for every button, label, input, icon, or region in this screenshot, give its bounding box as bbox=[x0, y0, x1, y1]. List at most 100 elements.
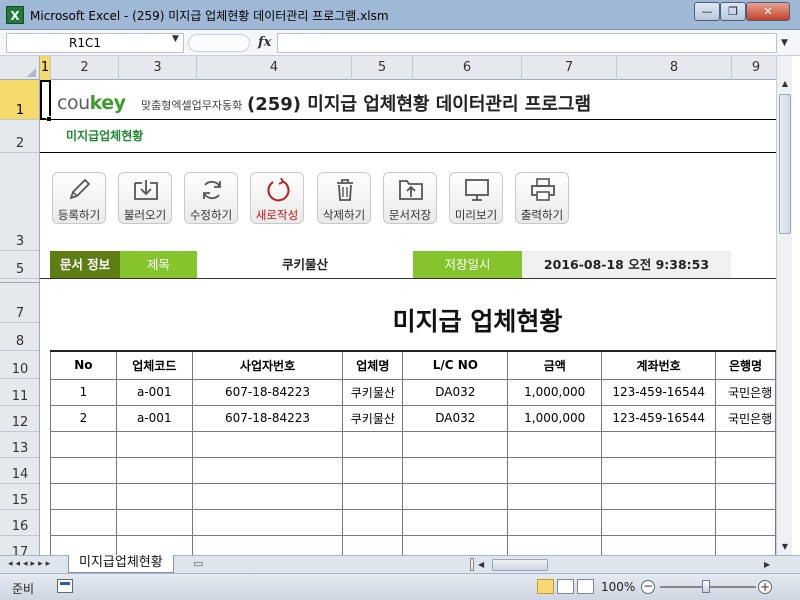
column-header-2[interactable]: 2 bbox=[51, 56, 119, 80]
zoom-out-icon[interactable]: − bbox=[641, 580, 655, 594]
table-cell[interactable] bbox=[507, 430, 603, 458]
column-header-8[interactable]: 8 bbox=[617, 56, 732, 80]
scroll-right-arrow-icon[interactable]: ▶ bbox=[764, 557, 770, 573]
save-button[interactable]: 문서저장 bbox=[383, 172, 437, 224]
horizontal-scroll-thumb[interactable] bbox=[492, 559, 548, 571]
table-cell[interactable] bbox=[50, 430, 117, 458]
table-cell[interactable] bbox=[191, 508, 344, 536]
column-header-1[interactable]: 1 bbox=[40, 56, 51, 80]
worksheet[interactable]: coukey 맞춤형엑셀업무자동화 (259) 미지급 업체현황 데이터관리 프… bbox=[40, 80, 776, 555]
table-cell[interactable]: DA032 bbox=[402, 378, 509, 406]
table-cell[interactable] bbox=[50, 534, 117, 555]
table-cell[interactable]: 2 bbox=[50, 404, 117, 432]
delete-button[interactable]: 삭제하기 bbox=[317, 172, 371, 224]
table-cell[interactable] bbox=[115, 482, 193, 510]
row-header-15[interactable]: 15 bbox=[0, 484, 39, 510]
maximize-button[interactable]: ❐ bbox=[720, 2, 746, 21]
column-header-6[interactable]: 6 bbox=[413, 56, 522, 80]
table-cell[interactable] bbox=[50, 456, 117, 484]
saved-date-value[interactable]: 2016-08-18 오전 9:38:53 bbox=[522, 251, 731, 278]
table-cell[interactable] bbox=[507, 508, 603, 536]
formula-input[interactable] bbox=[277, 33, 777, 53]
table-cell[interactable] bbox=[601, 508, 717, 536]
scroll-up-arrow-icon[interactable]: ▲ bbox=[777, 76, 793, 92]
table-cell[interactable] bbox=[402, 482, 509, 510]
title-value[interactable]: 쿠키물산 bbox=[197, 251, 413, 278]
table-cell[interactable] bbox=[507, 482, 603, 510]
column-header-4[interactable]: 4 bbox=[197, 56, 352, 80]
table-cell[interactable] bbox=[601, 456, 717, 484]
row-header-12[interactable]: 12 bbox=[0, 406, 39, 432]
table-cell[interactable] bbox=[50, 508, 117, 536]
table-cell[interactable] bbox=[191, 534, 344, 555]
table-cell[interactable] bbox=[115, 430, 193, 458]
table-cell[interactable] bbox=[342, 508, 404, 536]
table-cell[interactable] bbox=[402, 430, 509, 458]
table-cell[interactable] bbox=[342, 534, 404, 555]
table-cell[interactable] bbox=[115, 456, 193, 484]
insert-sheet-icon[interactable]: ▭ bbox=[193, 557, 209, 571]
vertical-scrollbar[interactable]: ▲ ▼ bbox=[776, 56, 792, 555]
minimize-button[interactable]: — bbox=[694, 2, 720, 21]
row-header-2[interactable]: 2 bbox=[0, 120, 39, 153]
page-break-view-button[interactable] bbox=[577, 579, 594, 594]
table-cell[interactable] bbox=[507, 534, 603, 555]
column-header-9[interactable]: 9 bbox=[732, 56, 780, 80]
row-header-5[interactable]: 5 bbox=[0, 251, 39, 279]
column-header-3[interactable]: 3 bbox=[119, 56, 197, 80]
vertical-scroll-thumb[interactable] bbox=[779, 94, 791, 234]
table-cell[interactable] bbox=[191, 482, 344, 510]
table-cell[interactable] bbox=[115, 508, 193, 536]
print-button[interactable]: 출력하기 bbox=[515, 172, 569, 224]
table-cell[interactable] bbox=[715, 430, 776, 458]
column-header-amount[interactable]: 금액 bbox=[507, 350, 603, 380]
row-header-10[interactable]: 10 bbox=[0, 351, 39, 379]
row-header-7[interactable]: 7 bbox=[0, 283, 39, 323]
column-header-business-number[interactable]: 사업자번호 bbox=[191, 350, 344, 380]
select-all-corner[interactable] bbox=[0, 56, 40, 80]
table-cell[interactable]: 1 bbox=[50, 378, 117, 406]
table-cell[interactable] bbox=[342, 430, 404, 458]
table-cell[interactable]: 123-459-16544 bbox=[601, 404, 717, 432]
table-cell[interactable]: a-001 bbox=[115, 404, 193, 432]
name-box[interactable]: R1C1 bbox=[6, 33, 184, 53]
sheet-tab-active[interactable]: 미지급업체현황 bbox=[68, 555, 174, 573]
table-cell[interactable] bbox=[402, 508, 509, 536]
tab-split-handle[interactable] bbox=[470, 558, 474, 571]
chevron-down-icon[interactable]: ▼ bbox=[172, 34, 179, 44]
table-cell[interactable]: 607-18-84223 bbox=[191, 404, 344, 432]
zoom-level[interactable]: 100% bbox=[601, 580, 635, 594]
table-cell[interactable] bbox=[715, 456, 776, 484]
row-header-3[interactable]: 3 bbox=[0, 153, 39, 251]
column-header-company-name[interactable]: 업체명 bbox=[342, 350, 404, 380]
scroll-down-arrow-icon[interactable]: ▼ bbox=[777, 539, 793, 555]
zoom-slider-thumb[interactable] bbox=[702, 580, 710, 593]
table-cell[interactable]: 123-459-16544 bbox=[601, 378, 717, 406]
table-cell[interactable] bbox=[601, 534, 717, 555]
table-cell[interactable] bbox=[50, 482, 117, 510]
column-header-company-code[interactable]: 업체코드 bbox=[115, 350, 193, 380]
scroll-left-arrow-icon[interactable]: ◀ bbox=[478, 557, 484, 573]
table-cell[interactable] bbox=[191, 456, 344, 484]
row-header-8[interactable]: 8 bbox=[0, 323, 39, 351]
tab-navigation-arrows[interactable]: ◂◂◂▸▸▸ bbox=[8, 556, 53, 573]
row-header-14[interactable]: 14 bbox=[0, 458, 39, 484]
zoom-in-icon[interactable]: + bbox=[758, 580, 772, 594]
table-cell[interactable] bbox=[191, 430, 344, 458]
excel-app-icon[interactable]: X bbox=[6, 6, 24, 24]
column-header-7[interactable]: 7 bbox=[522, 56, 617, 80]
preview-button[interactable]: 미리보기 bbox=[449, 172, 503, 224]
table-cell[interactable]: 쿠키물산 bbox=[342, 404, 404, 432]
table-cell[interactable] bbox=[342, 482, 404, 510]
column-header-no[interactable]: No bbox=[50, 350, 117, 380]
row-header-16[interactable]: 16 bbox=[0, 510, 39, 536]
active-cell[interactable] bbox=[40, 80, 51, 120]
close-button[interactable]: ✕ bbox=[746, 2, 790, 21]
new-button[interactable]: 새로작성 bbox=[250, 172, 304, 224]
column-header-account-number[interactable]: 계좌번호 bbox=[601, 350, 717, 380]
row-header-11[interactable]: 11 bbox=[0, 379, 39, 406]
table-cell[interactable] bbox=[115, 534, 193, 555]
row-header-1[interactable]: 1 bbox=[0, 80, 39, 120]
horizontal-scrollbar[interactable]: ◀ ▶ bbox=[470, 557, 776, 573]
insert-function-icon[interactable]: fx bbox=[258, 35, 271, 50]
